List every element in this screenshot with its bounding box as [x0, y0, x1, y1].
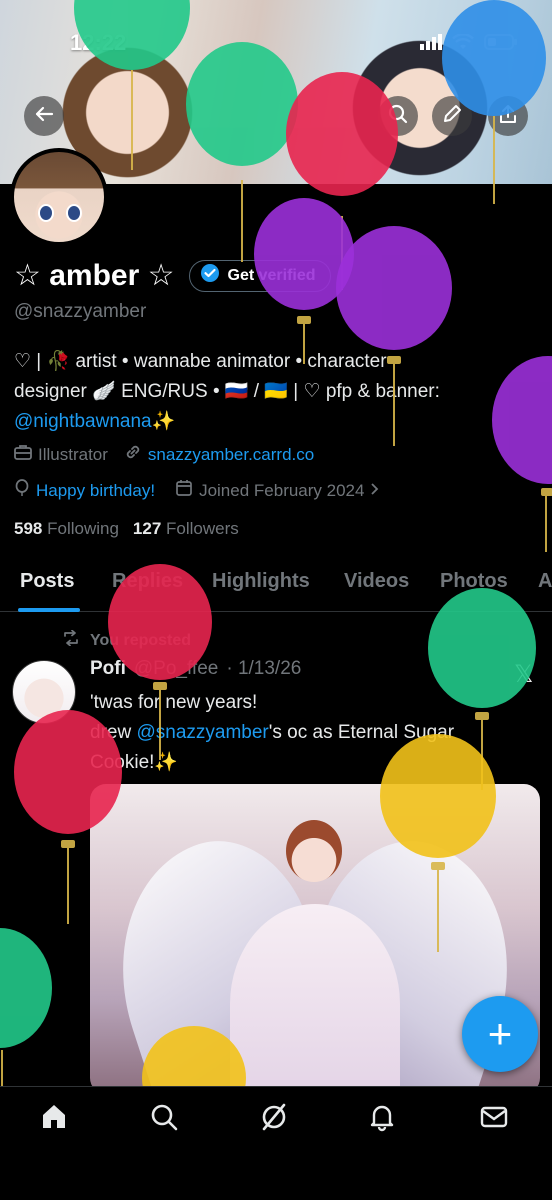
share-profile-button[interactable]	[488, 96, 528, 136]
post-text-line-1: 'twas for new years!	[90, 692, 258, 713]
followers-count: 127	[132, 519, 162, 538]
joined-label: Joined February 2024	[199, 480, 365, 500]
status-bar: 12:22	[0, 0, 552, 92]
post-author-avatar[interactable]	[12, 660, 76, 724]
repost-label: You reposted	[90, 631, 192, 649]
occupation-label: Illustrator	[38, 444, 108, 464]
following-count: 598	[14, 519, 43, 538]
bio-mention-link[interactable]: @nightbawnana	[14, 411, 152, 432]
bio-line-3: @nightbawnana✨	[14, 407, 534, 437]
get-verified-button[interactable]: Get verified	[188, 259, 331, 292]
bio-sparkle: ✨	[151, 411, 176, 432]
post-text-line-2: drew @snazzyamber's oc as Eternal Sugar	[90, 718, 530, 748]
tab-replies[interactable]: Replies	[112, 570, 183, 593]
signal-icon	[420, 34, 442, 50]
slash-circle-icon	[259, 1102, 289, 1137]
nav-notifications[interactable]	[366, 1103, 398, 1135]
birthday[interactable]: Happy birthday!	[14, 479, 155, 502]
post-text-line-3: Cookie!✨	[90, 752, 179, 773]
post-author-handle[interactable]: @Po_ffee	[134, 658, 218, 680]
joined-date[interactable]: Joined February 2024	[175, 479, 380, 502]
nav-grok[interactable]	[258, 1103, 290, 1135]
profile-avatar[interactable]	[10, 148, 108, 246]
occupation: Illustrator	[14, 444, 108, 465]
verified-badge-icon	[200, 263, 220, 288]
following-link[interactable]: 598 Following	[14, 519, 119, 539]
tab-posts[interactable]: Posts	[20, 570, 74, 593]
avatar-eye-right	[66, 204, 82, 222]
birthday-label[interactable]: Happy birthday!	[36, 481, 155, 501]
post-text-prefix: drew	[90, 722, 137, 743]
followers-link[interactable]: 127 Followers	[133, 519, 239, 539]
edit-profile-button[interactable]	[432, 96, 472, 136]
back-arrow-icon	[34, 104, 54, 129]
chevron-right-icon	[370, 481, 380, 501]
home-icon	[39, 1102, 69, 1137]
post-mention-link[interactable]: @snazzyamber	[136, 722, 268, 743]
profile-meta-row-2: Happy birthday! Joined February 2024	[14, 479, 380, 502]
compose-post-button[interactable]: +	[462, 996, 538, 1072]
tab-photos[interactable]: Photos	[440, 570, 508, 593]
plus-icon: +	[487, 1010, 513, 1057]
nav-messages[interactable]	[478, 1103, 510, 1135]
bio-line-1: ♡ | 🥀 artist • wannabe animator • charac…	[14, 351, 387, 372]
status-icons	[420, 34, 518, 50]
image-figure-head	[286, 820, 342, 882]
following-label: Following	[47, 519, 119, 538]
battery-icon	[484, 34, 518, 50]
nav-explore[interactable]	[148, 1103, 180, 1135]
repost-icon	[62, 629, 80, 651]
repost-indicator: You reposted	[62, 629, 192, 651]
website-link[interactable]: snazzyamber.carrd.co	[148, 445, 314, 465]
active-tab-indicator	[18, 608, 80, 612]
nav-home[interactable]	[38, 1103, 70, 1135]
profile-handle: @snazzyamber	[14, 301, 147, 322]
profile-bio: ♡ | 🥀 artist • wannabe animator • charac…	[14, 347, 534, 437]
post-text-suffix: 's oc as Eternal Sugar	[268, 722, 455, 743]
calendar-icon	[175, 479, 193, 502]
website[interactable]: snazzyamber.carrd.co	[124, 443, 314, 466]
profile-tabs: Posts Replies Highlights Videos Photos A	[0, 562, 552, 612]
profile-name: ☆ amber ☆	[14, 259, 175, 292]
avatar-eye-left	[38, 204, 54, 222]
get-verified-label: Get verified	[227, 266, 316, 284]
post-author-name[interactable]: Pofi	[90, 658, 126, 680]
bottom-navigation	[0, 1086, 552, 1200]
balloon-icon	[14, 479, 30, 502]
x-logo-icon: 𝕏	[514, 661, 534, 688]
tab-videos[interactable]: Videos	[344, 570, 409, 593]
pencil-icon	[442, 104, 462, 129]
link-icon	[124, 443, 142, 466]
search-profile-button[interactable]	[378, 96, 418, 136]
tab-highlights[interactable]: Highlights	[212, 570, 310, 593]
status-time: 12:22	[70, 30, 127, 55]
balloon-green-bottom-left	[0, 928, 52, 1086]
followers-label: Followers	[166, 519, 239, 538]
post-text: 'twas for new years! drew @snazzyamber's…	[90, 688, 530, 778]
post-header: Pofi @Po_ffee · 1/13/26	[90, 658, 301, 680]
tab-articles[interactable]: A	[538, 570, 552, 593]
profile-meta-row-1: Illustrator snazzyamber.carrd.co	[14, 443, 314, 466]
back-button[interactable]	[24, 96, 64, 136]
search-icon	[388, 104, 408, 129]
mail-icon	[479, 1102, 509, 1137]
briefcase-icon	[14, 444, 32, 465]
bio-line-2: designer 🪽 ENG/RUS • 🇷🇺 / 🇺🇦 | ♡ pfp & b…	[14, 381, 440, 402]
image-figure-dress	[230, 904, 400, 1094]
wifi-icon	[452, 34, 474, 50]
share-icon	[498, 104, 518, 129]
follow-stats: 598 Following 127 Followers	[14, 519, 239, 539]
profile-name-row: ☆ amber ☆ Get verified	[14, 258, 331, 293]
post-date: · 1/13/26	[226, 658, 302, 679]
search-icon	[149, 1102, 179, 1137]
bell-icon	[367, 1102, 397, 1137]
